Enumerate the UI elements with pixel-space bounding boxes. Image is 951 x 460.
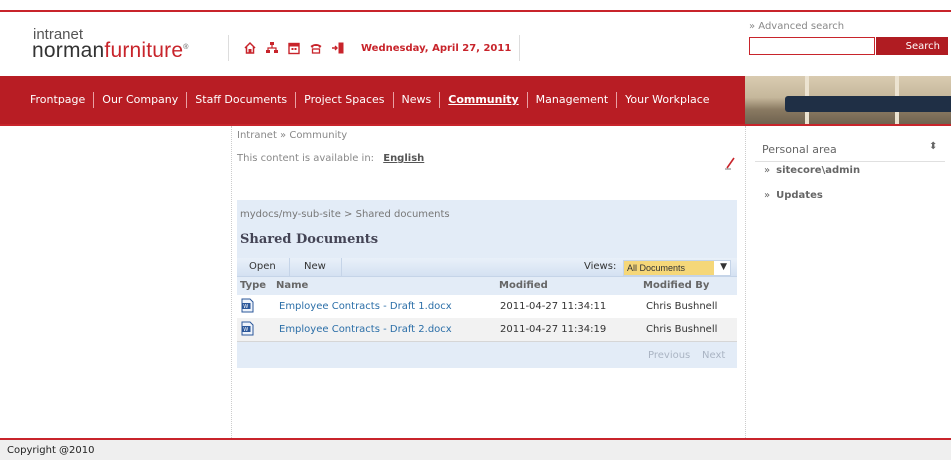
document-modified: 2011-04-27 11:34:11 xyxy=(500,301,607,312)
nav-item-frontpage[interactable]: Frontpage xyxy=(19,92,95,108)
nav-item-our-company[interactable]: Our Company xyxy=(94,92,188,108)
nav-item-news[interactable]: News xyxy=(394,92,441,108)
word-document-icon: W xyxy=(241,321,254,336)
views-dropdown[interactable]: All Documents ▼ xyxy=(623,260,731,276)
logo-text-norman: norman xyxy=(32,39,105,62)
pager: Previous Next xyxy=(237,342,737,368)
photo-sofa xyxy=(785,96,951,112)
advanced-search-link[interactable]: » Advanced search xyxy=(749,21,844,32)
breadcrumb: Intranet » Community xyxy=(237,130,348,141)
main-nav: Frontpage Our Company Staff Documents Pr… xyxy=(0,76,745,124)
nav-item-your-workplace[interactable]: Your Workplace xyxy=(617,92,717,108)
table-row: W Employee Contracts - Draft 1.docx 2011… xyxy=(237,295,737,318)
views-dropdown-value: All Documents xyxy=(624,261,714,275)
current-date: Wednesday, April 27, 2011 xyxy=(361,42,512,54)
copyright-text: Copyright @2010 xyxy=(7,445,95,456)
column-header-modified[interactable]: Modified xyxy=(499,280,548,291)
word-document-icon: W xyxy=(241,298,254,313)
logo-text-furniture: furniture xyxy=(104,39,184,62)
svg-text:W: W xyxy=(243,304,248,310)
document-name-link[interactable]: Employee Contracts - Draft 2.docx xyxy=(279,324,452,335)
column-header-name[interactable]: Name xyxy=(276,280,308,291)
search-button[interactable]: Search xyxy=(876,37,948,55)
library-toolbar: Open New Views: All Documents ▼ xyxy=(237,258,737,277)
svg-text:W: W xyxy=(243,327,248,333)
personal-area-item-updates[interactable]: » Updates xyxy=(764,190,823,201)
header-photo xyxy=(745,76,951,124)
nav-bottom-line xyxy=(0,124,951,126)
pager-next[interactable]: Next xyxy=(702,350,725,361)
sitemap-icon[interactable] xyxy=(265,41,279,55)
document-modified-by: Chris Bushnell xyxy=(646,324,718,335)
column-header-type: Type xyxy=(240,280,267,291)
edit-pencil-icon[interactable] xyxy=(724,156,736,170)
nav-item-community[interactable]: Community xyxy=(440,92,528,108)
language-availability: This content is available in: English xyxy=(237,153,424,164)
personal-area-item-label: Updates xyxy=(776,190,823,201)
header-toolbar: Wednesday, April 27, 2011 xyxy=(228,35,521,61)
calendar-icon[interactable] xyxy=(287,41,301,55)
home-icon[interactable] xyxy=(243,41,257,55)
logout-icon[interactable] xyxy=(331,41,345,55)
sort-updown-icon[interactable]: ⬍ xyxy=(929,141,937,152)
search-input[interactable] xyxy=(749,37,875,55)
views-label: Views: xyxy=(584,261,617,272)
document-library: mydocs/my-sub-site > Shared documents Sh… xyxy=(237,200,737,368)
language-link-english[interactable]: English xyxy=(383,153,424,164)
phone-icon[interactable] xyxy=(309,41,323,55)
document-name-link[interactable]: Employee Contracts - Draft 1.docx xyxy=(279,301,452,312)
column-divider xyxy=(231,126,232,438)
document-modified-by: Chris Bushnell xyxy=(646,301,718,312)
library-path: mydocs/my-sub-site > Shared documents xyxy=(240,209,450,220)
chevron-down-icon: ▼ xyxy=(720,262,727,272)
logo-registered-mark: ® xyxy=(183,44,189,51)
nav-item-staff-documents[interactable]: Staff Documents xyxy=(187,92,297,108)
column-divider xyxy=(745,126,746,438)
personal-area-title[interactable]: Personal area xyxy=(762,143,837,156)
toolbar-separator xyxy=(341,258,342,276)
language-availability-label: This content is available in: xyxy=(237,153,375,164)
pager-previous[interactable]: Previous xyxy=(648,350,690,361)
nav-item-project-spaces[interactable]: Project Spaces xyxy=(296,92,394,108)
new-button[interactable]: New xyxy=(304,261,326,272)
header: intranet normanfurniture® Wednesday, Apr… xyxy=(0,12,951,76)
personal-area-item-user[interactable]: » sitecore\admin xyxy=(764,165,860,176)
personal-area-item-label: sitecore\admin xyxy=(776,165,861,176)
raquo-icon: » xyxy=(764,165,771,176)
raquo-icon: » xyxy=(764,190,771,201)
document-modified: 2011-04-27 11:34:19 xyxy=(500,324,607,335)
open-button[interactable]: Open xyxy=(249,261,276,272)
nav-item-management[interactable]: Management xyxy=(528,92,618,108)
toolbar-separator xyxy=(289,258,290,276)
personal-area-divider xyxy=(755,161,945,162)
library-title: Shared Documents xyxy=(240,232,379,247)
column-header-modified-by[interactable]: Modified By xyxy=(643,280,709,291)
footer: Copyright @2010 xyxy=(0,440,951,460)
site-logo[interactable]: normanfurniture® xyxy=(32,39,189,63)
table-row: W Employee Contracts - Draft 2.docx 2011… xyxy=(237,318,737,342)
